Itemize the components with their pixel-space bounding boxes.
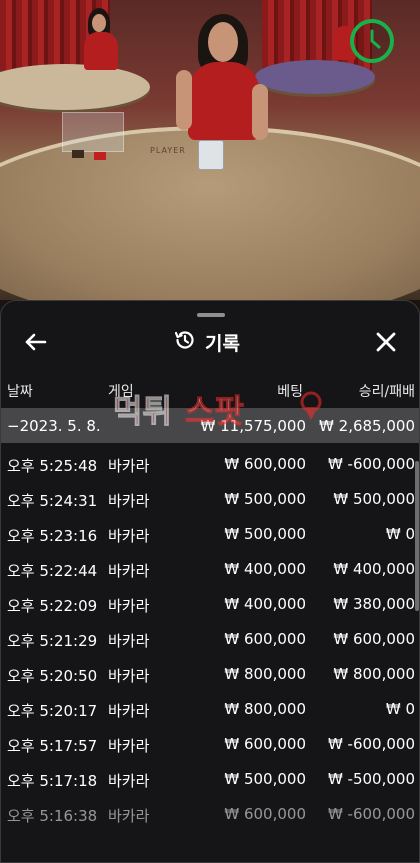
table-row[interactable]: 오후 5:22:44 바카라 ₩ 400,000 ₩ 400,000 [1,552,419,587]
row-win-loss: ₩ 500,000 [333,490,415,508]
row-game: 바카라 [108,807,150,825]
row-bet: ₩ 500,000 [224,770,306,788]
table-row[interactable]: 오후 5:24:31 바카라 ₩ 500,000 ₩ 500,000 [1,482,419,517]
summary-win-loss: ₩ 2,685,000 [319,417,415,435]
row-time: 오후 5:22:44 [7,562,98,580]
history-icon [173,328,197,357]
background-table-right [255,60,375,94]
row-game: 바카라 [108,632,150,650]
row-time: 오후 5:20:17 [7,702,98,720]
row-game: 바카라 [108,597,150,615]
row-time: 오후 5:17:57 [7,737,98,755]
row-win-loss: ₩ 0 [385,700,415,718]
row-bet: ₩ 600,000 [224,735,306,753]
table-row[interactable]: 오후 5:16:38 바카라 ₩ 600,000 ₩ -600,000 [1,797,419,832]
row-time: 오후 5:20:50 [7,667,98,685]
row-bet: ₩ 400,000 [224,595,306,613]
table-row[interactable]: 오후 5:17:57 바카라 ₩ 600,000 ₩ -600,000 [1,727,419,762]
row-game: 바카라 [108,457,150,475]
card-dark [72,150,84,158]
table-row[interactable]: 오후 5:21:29 바카라 ₩ 600,000 ₩ 600,000 [1,622,419,657]
row-win-loss: ₩ -500,000 [327,770,415,788]
summary-date: −2023. 5. 8. [7,417,101,435]
row-game: 바카라 [108,527,150,545]
panel-title: 기록 [173,327,240,357]
table-row[interactable]: 오후 5:22:09 바카라 ₩ 400,000 ₩ 380,000 [1,587,419,622]
row-bet: ₩ 500,000 [224,525,306,543]
dealer-head [208,22,238,62]
row-win-loss: ₩ 600,000 [333,630,415,648]
row-bet: ₩ 800,000 [224,665,306,683]
row-time: 오후 5:17:18 [7,772,98,790]
card-shoe [198,140,224,170]
row-game: 바카라 [108,492,150,510]
row-time: 오후 5:16:38 [7,807,98,825]
scrollbar[interactable] [415,461,419,611]
close-icon[interactable] [373,329,399,355]
row-game: 바카라 [108,737,150,755]
row-game: 바카라 [108,562,150,580]
column-date[interactable]: 날짜 [7,381,33,401]
dealer-arm-left [176,70,192,130]
row-bet: ₩ 400,000 [224,560,306,578]
row-time: 오후 5:22:09 [7,597,98,615]
table-print-player: PLAYER [150,146,186,155]
row-win-loss: ₩ -600,000 [327,805,415,823]
row-win-loss: ₩ 800,000 [333,665,415,683]
row-game: 바카라 [108,667,150,685]
dealer-left [84,32,118,70]
table-row[interactable]: 오후 5:17:18 바카라 ₩ 500,000 ₩ -500,000 [1,762,419,797]
row-time: 오후 5:25:48 [7,457,98,475]
column-game[interactable]: 게임 [108,381,134,401]
column-bet[interactable]: 베팅 [277,381,303,401]
row-win-loss: ₩ -600,000 [327,455,415,473]
row-time: 오후 5:21:29 [7,632,98,650]
row-game: 바카라 [108,772,150,790]
live-video: PLAYER [0,0,420,300]
arrow-left-icon[interactable] [23,329,49,355]
table-row[interactable]: 오후 5:25:48 바카라 ₩ 600,000 ₩ -600,000 [1,447,419,482]
dealer-arm-right [252,84,268,140]
row-win-loss: ₩ 380,000 [333,595,415,613]
table-row[interactable]: 오후 5:20:50 바카라 ₩ 800,000 ₩ 800,000 [1,657,419,692]
glass-screen [62,112,124,152]
column-win-loss[interactable]: 승리/패배 [359,381,415,401]
table-row[interactable]: 오후 5:20:17 바카라 ₩ 800,000 ₩ 0 [1,692,419,727]
panel-title-text: 기록 [205,332,240,355]
clock-icon [350,19,394,63]
row-time: 오후 5:23:16 [7,527,98,545]
drag-handle[interactable] [197,313,225,317]
row-game: 바카라 [108,702,150,720]
row-win-loss: ₩ 0 [385,525,415,543]
summary-bet: ₩ 11,575,000 [200,417,306,435]
dealer-left-head [92,14,106,32]
column-headers: 날짜 게임 베팅 승리/패배 [1,381,419,403]
row-bet: ₩ 500,000 [224,490,306,508]
background-table-left [0,64,150,110]
row-bet: ₩ 800,000 [224,700,306,718]
row-bet: ₩ 600,000 [224,455,306,473]
table-row[interactable]: 오후 5:23:16 바카라 ₩ 500,000 ₩ 0 [1,517,419,552]
chip-red [94,152,106,160]
dealer [188,62,260,140]
row-bet: ₩ 600,000 [224,630,306,648]
row-time: 오후 5:24:31 [7,492,98,510]
summary-row[interactable]: −2023. 5. 8. ₩ 11,575,000 ₩ 2,685,000 [1,408,419,443]
row-win-loss: ₩ -600,000 [327,735,415,753]
history-panel: 기록 날짜 게임 베팅 승리/패배 −2023. 5. 8. ₩ 11,575,… [0,300,420,863]
row-bet: ₩ 600,000 [224,805,306,823]
row-win-loss: ₩ 400,000 [333,560,415,578]
